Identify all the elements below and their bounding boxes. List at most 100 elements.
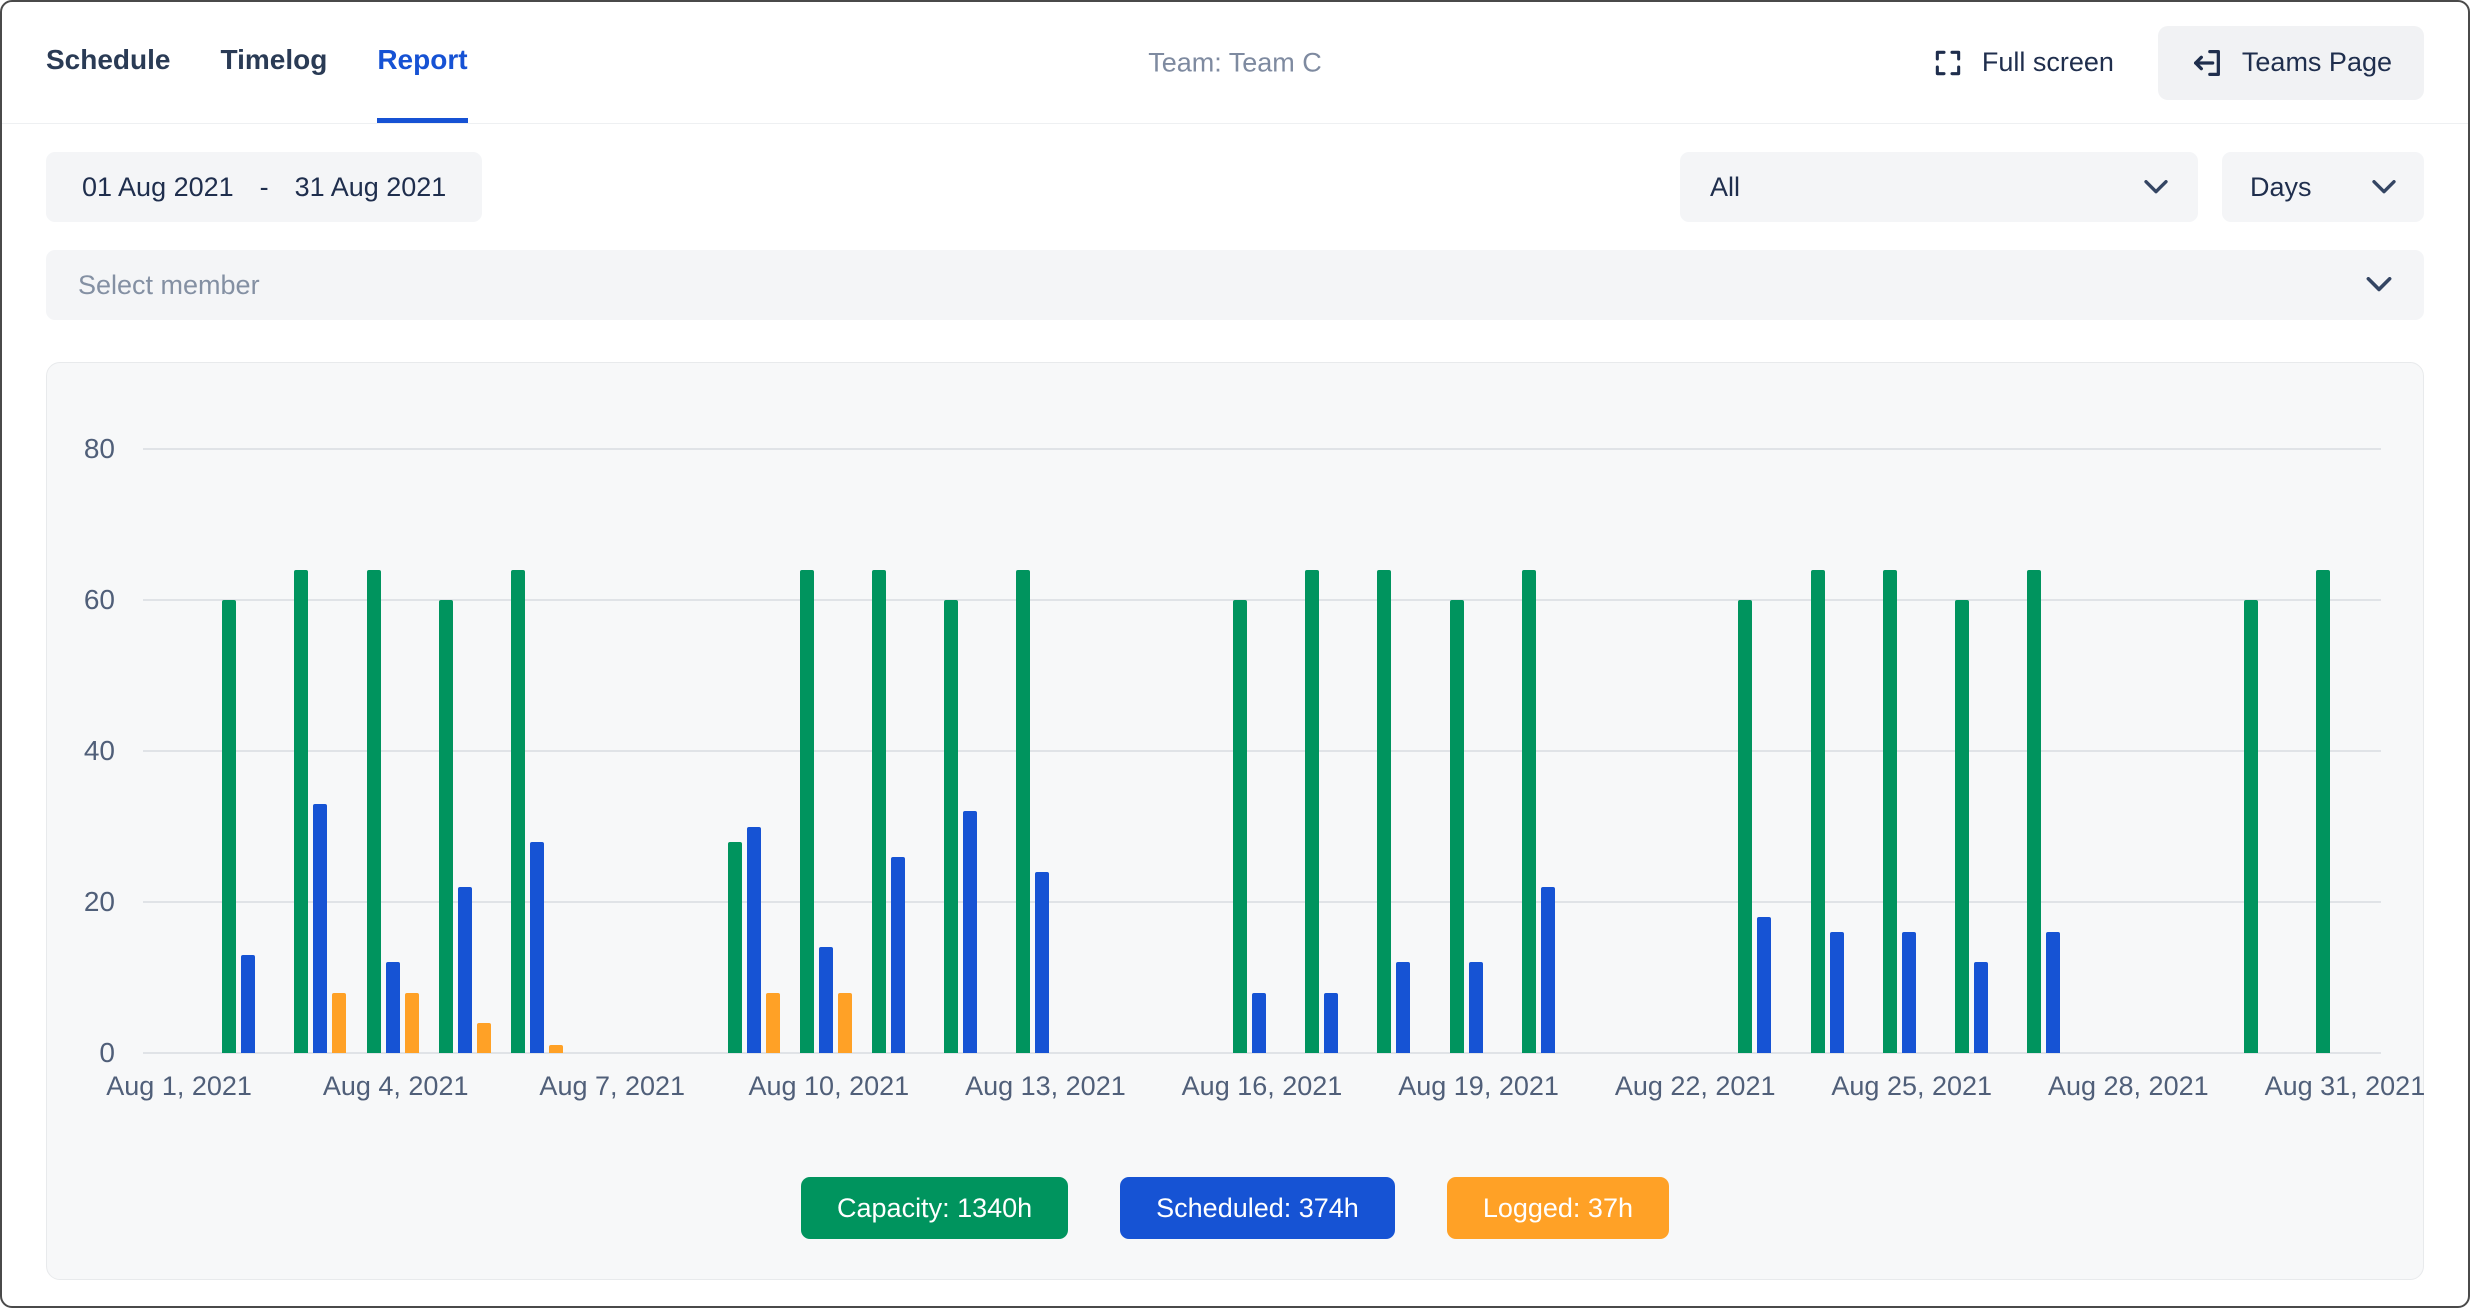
y-axis-label-60: 60: [84, 584, 115, 616]
bar-capacity-day-16: [1233, 600, 1247, 1053]
bar-scheduled-day-12: [963, 811, 977, 1053]
x-axis-label-day-13: Aug 13, 2021: [965, 1071, 1126, 1102]
bar-scheduled-day-19: [1469, 962, 1483, 1053]
exit-arrow-icon: [2190, 46, 2224, 80]
bar-scheduled-day-3: [313, 804, 327, 1053]
bar-scheduled-day-13: [1035, 872, 1049, 1053]
legend-logged-button[interactable]: Logged: 37h: [1447, 1177, 1669, 1239]
bar-capacity-day-26: [1955, 600, 1969, 1053]
date-range-picker[interactable]: 01 Aug 2021 - 31 Aug 2021: [46, 152, 482, 222]
bar-capacity-day-3: [294, 570, 308, 1053]
bar-capacity-day-6: [511, 570, 525, 1053]
granularity-selected-value: Days: [2250, 172, 2312, 203]
x-axis-label-day-28: Aug 28, 2021: [2048, 1071, 2209, 1102]
tab-timelog[interactable]: Timelog: [220, 2, 327, 123]
chart-legend: Capacity: 1340h Scheduled: 374h Logged: 37…: [47, 1177, 2423, 1239]
bar-scheduled-day-11: [891, 857, 905, 1053]
teams-page-label: Teams Page: [2242, 47, 2392, 78]
tab-schedule[interactable]: Schedule: [46, 2, 170, 123]
team-label: Team: Team C: [1148, 47, 1322, 78]
bar-capacity-day-27: [2027, 570, 2041, 1053]
bar-capacity-day-31: [2316, 570, 2330, 1053]
bar-capacity-day-23: [1738, 600, 1752, 1053]
x-axis-label-day-25: Aug 25, 2021: [1831, 1071, 1992, 1102]
bar-capacity-day-18: [1377, 570, 1391, 1053]
bar-capacity-day-5: [439, 600, 453, 1053]
bar-capacity-day-2: [222, 600, 236, 1053]
bar-logged-day-9: [766, 993, 780, 1053]
bar-scheduled-day-4: [386, 962, 400, 1053]
date-from: 01 Aug 2021: [82, 172, 234, 203]
date-to: 31 Aug 2021: [295, 172, 447, 203]
bar-scheduled-day-24: [1830, 932, 1844, 1053]
bar-scheduled-day-2: [241, 955, 255, 1053]
gridline-20: [143, 901, 2381, 903]
fullscreen-label: Full screen: [1982, 47, 2114, 78]
y-axis-label-20: 20: [84, 886, 115, 918]
x-axis-label-day-31: Aug 31, 2021: [2265, 1071, 2426, 1102]
filters-row: 01 Aug 2021 - 31 Aug 2021 All Days: [46, 152, 2424, 222]
bar-capacity-day-25: [1883, 570, 1897, 1053]
bar-logged-day-4: [405, 993, 419, 1053]
bar-scheduled-day-16: [1252, 993, 1266, 1053]
y-axis-label-80: 80: [84, 433, 115, 465]
x-axis-label-day-22: Aug 22, 2021: [1615, 1071, 1776, 1102]
chevron-down-icon: [2144, 180, 2168, 195]
bar-scheduled-day-10: [819, 947, 833, 1053]
bar-logged-day-3: [332, 993, 346, 1053]
report-chart-panel: 020406080Aug 1, 2021Aug 4, 2021Aug 7, 20…: [46, 362, 2424, 1280]
bar-capacity-day-10: [800, 570, 814, 1053]
tab-bar: Schedule Timelog Report: [46, 2, 468, 123]
filters-right: All Days: [1680, 152, 2424, 222]
granularity-dropdown[interactable]: Days: [2222, 152, 2424, 222]
bar-scheduled-day-9: [747, 827, 761, 1054]
member-select[interactable]: Select member: [46, 250, 2424, 320]
bar-scheduled-day-17: [1324, 993, 1338, 1053]
x-axis-label-day-7: Aug 7, 2021: [539, 1071, 685, 1102]
bar-capacity-day-24: [1811, 570, 1825, 1053]
scope-dropdown[interactable]: All: [1680, 152, 2198, 222]
y-axis-label-0: 0: [99, 1037, 115, 1069]
bar-scheduled-day-6: [530, 842, 544, 1053]
teams-page-button[interactable]: Teams Page: [2158, 26, 2424, 100]
bar-scheduled-day-20: [1541, 887, 1555, 1053]
x-axis-label-day-10: Aug 10, 2021: [749, 1071, 910, 1102]
bar-scheduled-day-27: [2046, 932, 2060, 1053]
header-actions: Full screen Teams Page: [1932, 2, 2424, 123]
x-axis-label-day-16: Aug 16, 2021: [1182, 1071, 1343, 1102]
tab-report[interactable]: Report: [377, 2, 467, 123]
bar-capacity-day-9: [728, 842, 742, 1053]
bar-scheduled-day-18: [1396, 962, 1410, 1053]
bar-capacity-day-11: [872, 570, 886, 1053]
plot-area: 020406080Aug 1, 2021Aug 4, 2021Aug 7, 20…: [143, 449, 2381, 1053]
legend-scheduled-button[interactable]: Scheduled: 374h: [1120, 1177, 1395, 1239]
y-axis-label-40: 40: [84, 735, 115, 767]
x-axis-label-day-19: Aug 19, 2021: [1398, 1071, 1559, 1102]
bar-scheduled-day-26: [1974, 962, 1988, 1053]
scope-selected-value: All: [1710, 172, 1740, 203]
bar-scheduled-day-25: [1902, 932, 1916, 1053]
legend-capacity-button[interactable]: Capacity: 1340h: [801, 1177, 1068, 1239]
chevron-down-icon: [2372, 180, 2396, 195]
bar-logged-day-10: [838, 993, 852, 1053]
gridline-40: [143, 750, 2381, 752]
chevron-down-icon: [2366, 277, 2392, 293]
bar-capacity-day-20: [1522, 570, 1536, 1053]
bar-capacity-day-12: [944, 600, 958, 1053]
gridline-80: [143, 448, 2381, 450]
bar-capacity-day-13: [1016, 570, 1030, 1053]
bar-capacity-day-4: [367, 570, 381, 1053]
bar-capacity-day-17: [1305, 570, 1319, 1053]
date-separator: -: [260, 172, 269, 203]
bar-logged-day-6: [549, 1045, 563, 1053]
fullscreen-icon: [1932, 47, 1964, 79]
header: Schedule Timelog Report Team: Team C Ful…: [2, 2, 2468, 124]
bar-capacity-day-19: [1450, 600, 1464, 1053]
member-select-placeholder: Select member: [78, 270, 260, 301]
bar-logged-day-5: [477, 1023, 491, 1053]
gridline-60: [143, 599, 2381, 601]
bar-capacity-day-30: [2244, 600, 2258, 1053]
fullscreen-button[interactable]: Full screen: [1932, 47, 2114, 79]
x-axis-label-day-4: Aug 4, 2021: [323, 1071, 469, 1102]
app-window: Schedule Timelog Report Team: Team C Ful…: [0, 0, 2470, 1308]
